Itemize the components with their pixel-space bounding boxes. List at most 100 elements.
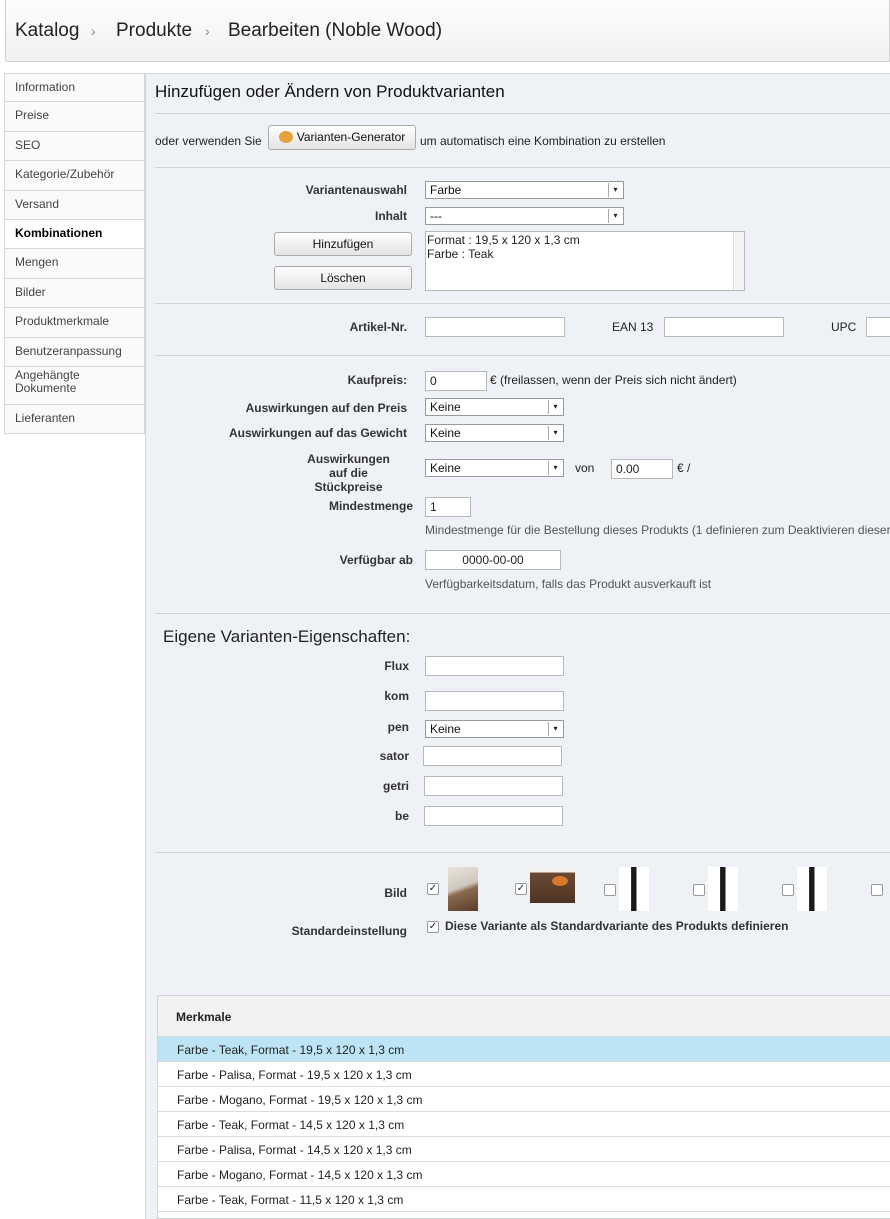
breadcrumb-catalog[interactable]: Katalog (15, 20, 79, 42)
sidebar-item-information[interactable]: Information (4, 73, 145, 103)
unit-impact-select[interactable]: Keine ▾ (425, 459, 564, 477)
chevron-down-icon: ▾ (548, 461, 562, 475)
sidebar: Information Preise SEO Kategorie/Zubehör… (4, 73, 145, 435)
sidebar-item-quantities[interactable]: Mengen (4, 249, 145, 279)
product-image-thumbnail[interactable] (797, 867, 827, 911)
sidebar-item-seo[interactable]: SEO (4, 131, 145, 162)
weight-impact-label: Auswirkungen auf das Gewicht (228, 426, 407, 440)
palette-icon (278, 131, 293, 143)
image-checkbox-5[interactable] (782, 884, 794, 896)
unit-price-input[interactable]: 0.00 (611, 459, 673, 479)
attribute-list-item[interactable]: Farbe : Teak (427, 247, 744, 261)
available-date-input[interactable]: 0000-00-00 (425, 550, 561, 570)
default-text: Diese Variante als Standardvariante des … (445, 919, 789, 933)
table-row[interactable]: Farbe - Palisa, Format - 14,5 x 120 x 1,… (158, 1137, 890, 1162)
content-select[interactable]: --- ▾ (425, 207, 624, 225)
divider (155, 852, 890, 853)
sidebar-item-images[interactable]: Bilder (4, 278, 145, 309)
custom-input-be[interactable] (424, 806, 563, 826)
custom-select-pen-value: Keine (430, 722, 461, 736)
min-quantity-hint: Mindestmenge für die Bestellung dieses P… (425, 523, 890, 537)
min-quantity-input[interactable]: 1 (425, 497, 471, 517)
price-impact-select[interactable]: Keine ▾ (425, 398, 564, 416)
table-row[interactable]: Farbe - Mogano, Format - 14,5 x 120 x 1,… (158, 1162, 890, 1187)
table-header: Merkmale (158, 996, 890, 1037)
upc-input[interactable] (866, 317, 890, 337)
custom-label-getri: getri (382, 779, 409, 793)
unit-impact-label-line: Auswirkungen (307, 452, 390, 466)
sidebar-item-customization[interactable]: Benutzeranpassung (4, 337, 145, 367)
chevron-down-icon: ▾ (548, 722, 562, 736)
ean-input[interactable] (664, 317, 784, 337)
breadcrumb-separator: › (205, 23, 210, 39)
add-attribute-button[interactable]: Hinzufügen (274, 232, 412, 256)
reference-label: Artikel-Nr. (349, 320, 407, 334)
sidebar-item-features[interactable]: Produktmerkmale (4, 308, 145, 338)
sidebar-item-suppliers[interactable]: Lieferanten (4, 404, 145, 435)
breadcrumb-products[interactable]: Produkte (116, 20, 192, 42)
fruit-bowl-icon (552, 876, 568, 886)
image-checkbox-3[interactable] (604, 884, 616, 896)
custom-select-pen[interactable]: Keine ▾ (425, 720, 564, 738)
image-checkbox-2[interactable]: ✓ (515, 883, 527, 895)
custom-label-flux: Flux (384, 659, 409, 673)
reference-input[interactable] (425, 317, 565, 337)
upc-label: UPC (831, 320, 857, 334)
content-select-value: --- (430, 209, 442, 223)
price-impact-value: Keine (430, 400, 461, 414)
von-label: von (575, 461, 595, 475)
image-checkbox-6[interactable] (871, 884, 883, 896)
image-checkbox-1[interactable]: ✓ (427, 883, 439, 895)
divider (155, 355, 890, 356)
divider (155, 303, 890, 304)
divider (155, 613, 890, 614)
price-impact-label: Auswirkungen auf den Preis (245, 401, 407, 415)
chevron-down-icon: ▾ (608, 183, 622, 197)
sidebar-item-prices[interactable]: Preise (4, 102, 145, 132)
custom-input-kom[interactable] (425, 691, 564, 711)
sidebar-item-categories[interactable]: Kategorie/Zubehör (4, 161, 145, 191)
generator-button[interactable]: Varianten-Generator (268, 125, 416, 150)
divider (155, 167, 890, 168)
image-label: Bild (384, 886, 407, 900)
table-row[interactable]: Farbe - Palisa, Format - 19,5 x 120 x 1,… (158, 1062, 890, 1087)
content-label: Inhalt (375, 209, 407, 223)
custom-input-flux[interactable] (425, 656, 564, 676)
product-image-thumbnail[interactable] (708, 867, 738, 911)
available-date-hint: Verfügbarkeitsdatum, falls das Produkt a… (425, 577, 712, 591)
table-row[interactable]: Farbe - Teak, Format - 19,5 x 120 x 1,3 … (158, 1037, 890, 1062)
unit-impact-label-line: Stückpreise (314, 480, 383, 494)
product-image-thumbnail[interactable] (530, 867, 575, 903)
divider (155, 113, 890, 114)
unit-price-suffix: € / (677, 461, 691, 475)
custom-label-be: be (394, 809, 409, 823)
default-label: Standardeinstellung (291, 924, 407, 938)
attribute-select[interactable]: Farbe ▾ (425, 181, 624, 199)
table-row[interactable]: Farbe - Teak, Format - 14,5 x 120 x 1,3 … (158, 1112, 890, 1137)
attribute-list[interactable]: Format : 19,5 x 120 x 1,3 cm Farbe : Tea… (425, 231, 745, 291)
product-image-thumbnail[interactable] (448, 867, 478, 911)
table-row[interactable]: Farbe - Mogano, Format - 19,5 x 120 x 1,… (158, 1087, 890, 1112)
image-checkbox-4[interactable] (693, 884, 705, 896)
custom-input-sator[interactable] (423, 746, 562, 766)
generator-suffix: um automatisch eine Kombination zu erste… (420, 134, 666, 148)
chevron-down-icon: ▾ (548, 426, 562, 440)
scrollbar[interactable] (733, 232, 744, 290)
default-checkbox[interactable]: ✓ (427, 921, 439, 933)
weight-impact-select[interactable]: Keine ▾ (425, 424, 564, 442)
table-row[interactable]: Farbe - Teak, Format - 11,5 x 120 x 1,3 … (158, 1187, 890, 1212)
attribute-select-value: Farbe (430, 183, 462, 197)
custom-label-pen: pen (387, 720, 409, 734)
product-image-thumbnail[interactable] (619, 867, 649, 911)
sidebar-item-attachments[interactable]: Angehängte Dokumente (4, 366, 145, 405)
custom-label-sator: sator (379, 749, 409, 763)
sidebar-item-shipping[interactable]: Versand (4, 190, 145, 220)
wholesale-price-input[interactable]: 0 (425, 371, 487, 391)
wholesale-price-label: Kaufpreis: (347, 373, 407, 387)
available-date-label: Verfügbar ab (339, 553, 413, 567)
attribute-list-item[interactable]: Format : 19,5 x 120 x 1,3 cm (427, 233, 744, 247)
sidebar-item-combinations[interactable]: Kombinationen (4, 219, 145, 250)
chevron-down-icon: ▾ (608, 209, 622, 223)
delete-attribute-button[interactable]: Löschen (274, 266, 412, 290)
custom-input-getri[interactable] (424, 776, 563, 796)
